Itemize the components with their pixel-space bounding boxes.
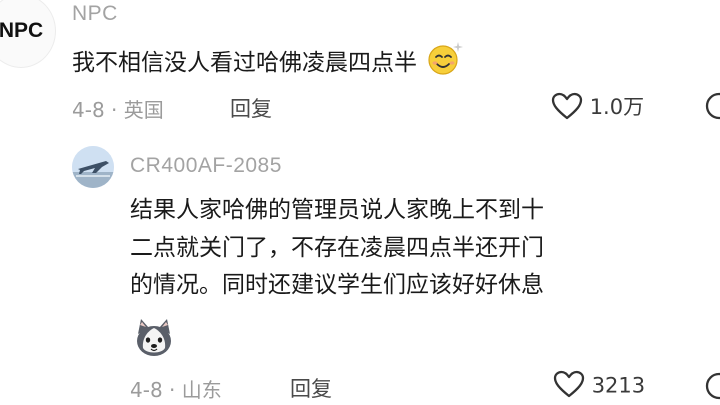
avatar[interactable] (72, 146, 114, 188)
avatar-text: NPC (0, 19, 44, 42)
heart-icon (553, 370, 585, 403)
reply-icon[interactable] (704, 91, 720, 121)
comment-meta: 4-8 · 山东 (130, 378, 222, 402)
reply-button[interactable]: 回复 (230, 93, 272, 123)
comment-line-3: 的情况。同时还建议学生们应该好好休息 (130, 272, 544, 298)
username[interactable]: NPC (72, 2, 118, 26)
comment-text: 我不相信没人看过哈佛凌晨四点半 (72, 40, 464, 87)
comment-body: 我不相信没人看过哈佛凌晨四点半 (72, 50, 417, 76)
comment-line-1: 结果人家哈佛的管理员说人家晚上不到十 (130, 197, 544, 223)
reply-icon[interactable] (704, 371, 720, 401)
comment-meta: 4-8 · 英国 (72, 98, 164, 122)
avatar[interactable]: NPC (0, 0, 56, 68)
comment-line-2: 二点就关门了，不存在凌晨四点半还开门 (130, 235, 544, 261)
reply-button[interactable]: 回复 (290, 373, 332, 403)
username[interactable]: CR400AF-2085 (130, 154, 282, 178)
like-button[interactable]: 3213 (553, 370, 645, 403)
smiling-face-icon (426, 40, 464, 87)
like-button[interactable]: 1.0万 (551, 91, 644, 125)
husky-sticker-icon (132, 316, 176, 364)
heart-icon (551, 92, 583, 125)
like-count: 3213 (591, 373, 646, 398)
airplane-icon (72, 146, 114, 188)
like-count: 1.0万 (589, 95, 645, 119)
